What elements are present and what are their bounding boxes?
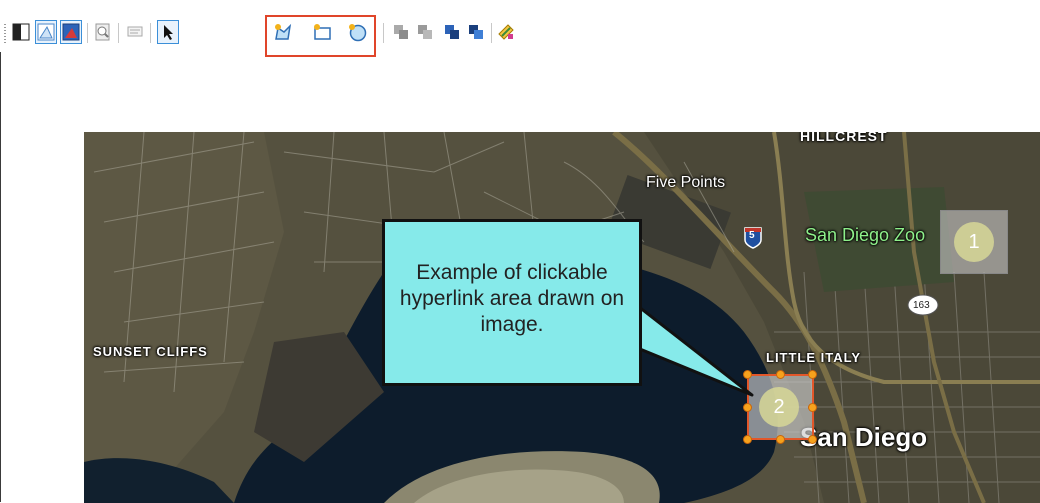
annotation-callout: Example of clickable hyperlink area draw… [382,219,642,386]
callout-text: Example of clickable hyperlink area draw… [399,261,625,336]
